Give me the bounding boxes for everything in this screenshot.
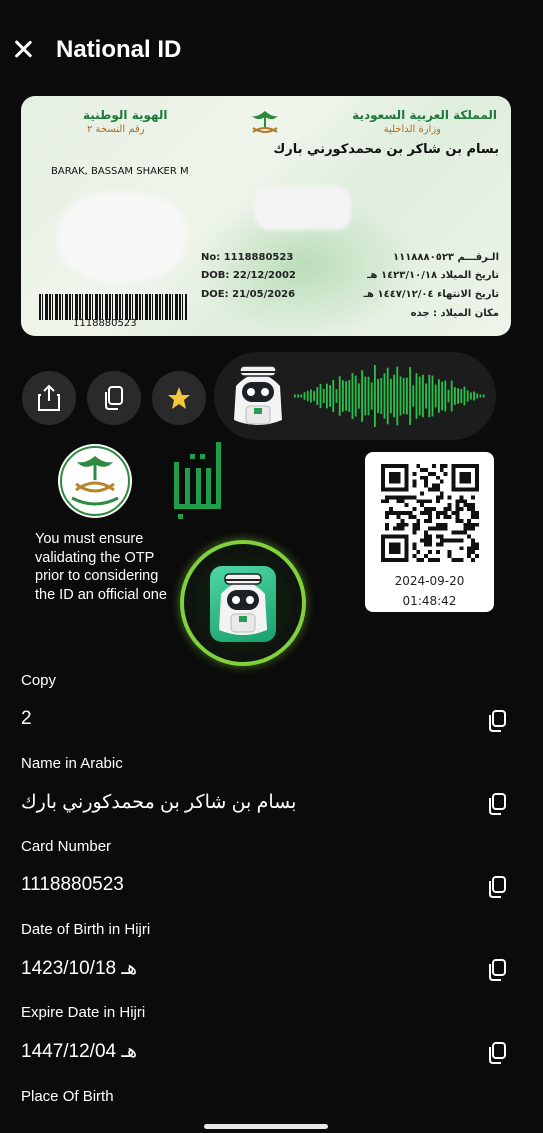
voice-waveform	[294, 364, 485, 428]
copy-icon[interactable]	[486, 1041, 508, 1065]
home-indicator[interactable]	[204, 1124, 328, 1129]
card-arabic-doe-row: تاريخ الانتهاء ١٤٤٧/١٢/٠٤ هـ	[363, 289, 499, 300]
field-value-dob-hijri: 1423/10/18 هـ	[21, 958, 137, 979]
card-arabic-subtitle-left: رقم النسخة ٢	[87, 124, 145, 135]
card-number-row: No: 1118880523	[201, 252, 294, 263]
card-arabic-pob-row: مكان الميلاد : جده	[410, 308, 499, 319]
share-button[interactable]	[22, 371, 76, 425]
national-id-card: الهوية الوطنية رقم النسخة ٢ المملكة العر…	[21, 96, 511, 336]
national-id-screen: National ID الهوية الوطنية رقم النسخة ٢ …	[0, 0, 543, 1133]
card-arabic-title-left: الهوية الوطنية	[83, 108, 168, 122]
card-doe-row: DOE: 21/05/2026	[201, 289, 296, 300]
star-icon	[168, 387, 190, 409]
card-english-name: BARAK, BASSAM SHAKER M	[51, 166, 189, 177]
copy-icon[interactable]	[486, 958, 508, 982]
field-label-name-arabic: Name in Arabic	[21, 755, 123, 772]
assistant-avatar-icon	[234, 365, 282, 425]
card-dob-row: DOB: 22/12/2002	[201, 270, 296, 281]
card-barcode	[39, 294, 187, 320]
field-label-dob-hijri: Date of Birth in Hijri	[21, 921, 151, 938]
otp-notice: You must ensure validating the OTP prior…	[35, 531, 167, 603]
field-label-card-number: Card Number	[21, 838, 112, 855]
copy-icon[interactable]	[486, 875, 508, 899]
copy-icon[interactable]	[486, 709, 508, 733]
favorite-button[interactable]	[152, 371, 206, 425]
page-title: National ID	[56, 36, 182, 63]
field-value-card-number: 1118880523	[21, 874, 124, 895]
field-value-name-arabic: بسام بن شاكر بن محمدكورني بارك	[21, 792, 297, 813]
card-chip-redacted	[255, 186, 351, 230]
qr-time: 01:48:42	[402, 594, 457, 608]
field-label-copy: Copy	[21, 672, 57, 689]
ministry-logo-icon	[60, 446, 130, 516]
field-value-expire-hijri: 1447/12/04 هـ	[21, 1041, 137, 1062]
qr-code	[381, 464, 479, 562]
header: National ID	[0, 0, 543, 100]
card-arabic-title-right: المملكة العربية السعودية	[352, 108, 497, 122]
voice-assistant[interactable]	[214, 352, 496, 440]
copy-button[interactable]	[87, 371, 141, 425]
field-label-place-of-birth: Place Of Birth	[21, 1088, 114, 1105]
verification-qr-card[interactable]: 2024-09-20 01:48:42	[365, 452, 494, 612]
card-photo-redacted	[57, 192, 187, 282]
field-label-expire-hijri: Expire Date in Hijri	[21, 1004, 146, 1021]
card-arabic-number-row: الـرقـــم ١١١٨٨٨٠٥٢٣	[393, 252, 499, 263]
card-arabic-dob-row: تاريخ الميلاد ١٤٢٣/١٠/١٨ هـ	[367, 270, 499, 281]
card-arabic-subtitle-right: وزارة الداخلية	[383, 124, 441, 135]
copy-icon[interactable]	[486, 792, 508, 816]
card-arabic-name: بسام بن شاكر بن محمدكورني بارك	[273, 142, 499, 157]
copy-icon	[105, 386, 123, 410]
card-barcode-number: 1118880523	[73, 318, 137, 329]
share-icon	[38, 384, 60, 411]
close-icon[interactable]	[10, 36, 36, 62]
assistant-button[interactable]	[180, 540, 306, 666]
field-value-copy: 2	[21, 708, 32, 729]
qr-date: 2024-09-20	[394, 574, 465, 588]
saudi-emblem-icon	[252, 111, 278, 133]
assistant-tile	[210, 566, 276, 642]
assistant-avatar-icon	[219, 573, 267, 635]
ministry-emblem	[58, 444, 132, 518]
absher-logo-icon	[174, 442, 221, 519]
